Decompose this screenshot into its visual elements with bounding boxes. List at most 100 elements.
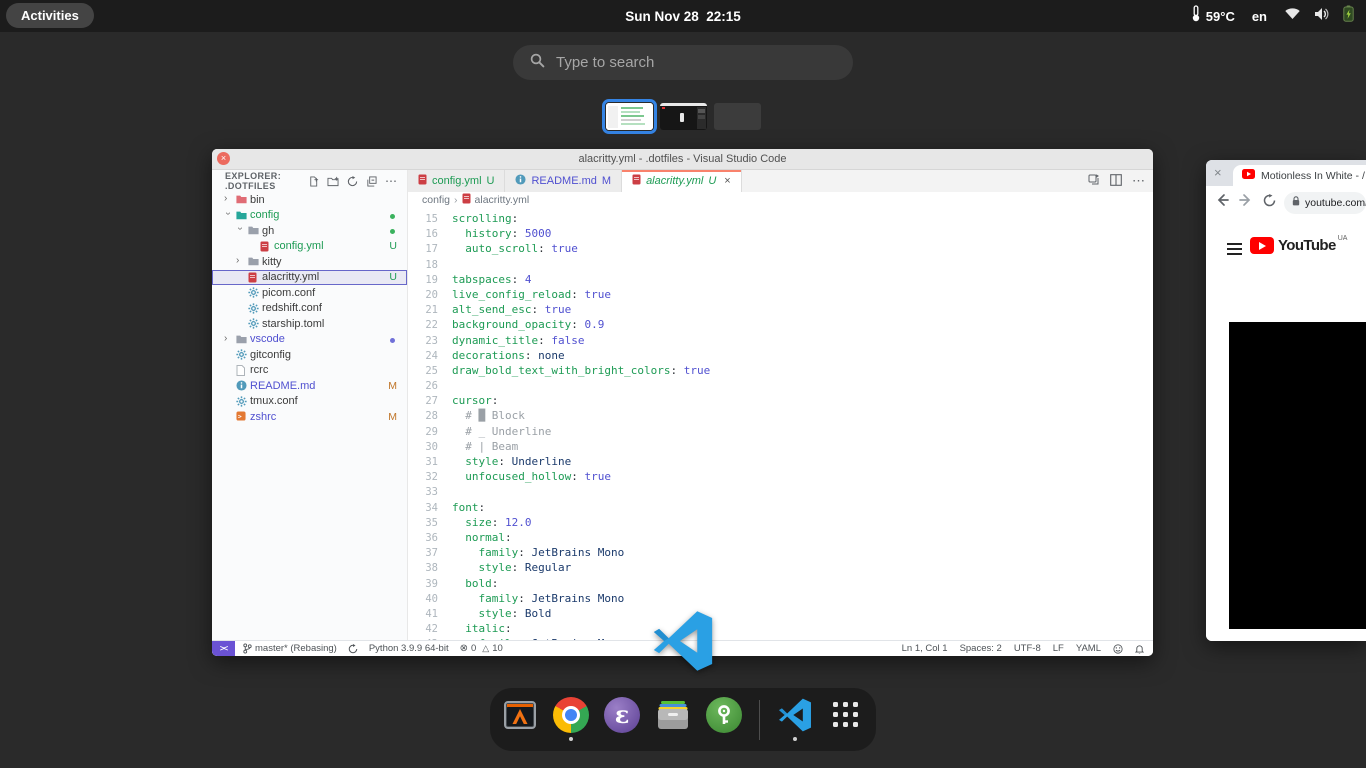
battery-charging-icon[interactable] [1343,5,1354,27]
tab-alacritty.yml[interactable]: alacritty.ymlU× [622,170,742,192]
git-branch-status[interactable]: master* (Rebasing) [243,643,337,654]
editor-group: config.ymlUREADME.mdMalacritty.ymlU× ⋯ c… [408,170,1153,641]
search-input[interactable]: Type to search [513,45,853,80]
line-number: 27 [408,394,452,409]
tree-item-gh[interactable]: ›gh [212,223,407,239]
file-icon [236,365,245,379]
refresh-icon[interactable] [347,176,358,187]
breadcrumb[interactable]: config › alacritty.yml [408,192,1153,208]
yaml-icon [260,241,269,255]
code-editor[interactable]: 15scrolling:16 history: 500017 auto_scro… [408,208,1153,641]
line-number: 21 [408,303,452,318]
chrome-window[interactable]: × Motionless In White - / youtube.com/wa [1206,160,1366,641]
tree-item-alacritty.yml[interactable]: alacritty.ymlU [212,270,407,286]
feedback-icon[interactable] [1113,644,1123,654]
tree-item-rcrc[interactable]: rcrc [212,363,407,379]
video-player[interactable] [1229,322,1366,629]
collapse-folders-icon[interactable] [366,176,377,187]
vscode-window[interactable]: × alacritty.yml - .dotfiles - Visual Stu… [212,149,1153,656]
bell-icon[interactable] [1135,643,1144,654]
back-icon[interactable] [1215,193,1229,212]
close-tab-icon[interactable]: × [724,175,730,187]
tree-item-gitconfig[interactable]: gitconfig [212,347,407,363]
new-file-icon[interactable] [308,176,319,187]
code-line-42: 42 italic: [408,621,1153,636]
tree-item-redshift.conf[interactable]: redshift.conf [212,301,407,317]
shell-icon: > [236,411,246,424]
vscode-icon [776,696,814,734]
workspace-thumbnail-1[interactable] [606,103,653,130]
dock-item-vscode[interactable] [776,692,814,748]
dock-item-alacritty[interactable] [501,692,539,748]
keyboard-layout-indicator[interactable]: en [1252,9,1267,24]
git-dot-badge [390,338,395,343]
breadcrumb-file[interactable]: alacritty.yml [475,194,530,206]
git-dot-badge [390,214,395,219]
line-number: 17 [408,242,452,257]
code-line-41: 41 style: Bold [408,606,1153,621]
remote-indicator[interactable]: >< [212,641,235,656]
tree-item-tmux.conf[interactable]: tmux.conf [212,394,407,410]
chrome-active-tab[interactable]: Motionless In White - / [1233,165,1366,186]
more-actions-icon[interactable]: ⋯ [385,177,398,185]
code-line-15: 15scrolling: [408,211,1153,226]
git-badge: U [487,175,495,187]
tree-item-config[interactable]: ›config [212,208,407,224]
chevron-icon: › [234,227,245,235]
tree-item-README.md[interactable]: README.mdM [212,378,407,394]
gear-icon [248,287,259,301]
workspace-thumbnail-3[interactable] [714,103,761,130]
tree-item-config.yml[interactable]: config.ymlU [212,239,407,255]
reload-icon[interactable] [1263,194,1276,212]
system-tray[interactable]: 59°C en [1191,0,1354,32]
code-line-32: 32 unfocused_hollow: true [408,469,1153,484]
sync-changes-icon[interactable] [348,644,358,654]
tree-item-bin[interactable]: ›bin [212,192,407,208]
dock-item-chrome[interactable] [552,692,590,748]
tree-item-picom.conf[interactable]: picom.conf [212,285,407,301]
line-number: 31 [408,455,452,470]
clock[interactable]: Sun Nov 28 22:15 [0,0,1366,32]
search-icon [530,53,545,73]
line-number: 29 [408,425,452,440]
status-ln-1-col-1[interactable]: Ln 1, Col 1 [902,643,948,654]
code-line-29: 29 # _ Underline [408,424,1153,439]
dock-item-emacs[interactable]: ε [603,692,641,748]
dock-item-app-grid[interactable] [827,692,865,748]
forward-icon[interactable] [1239,193,1253,212]
temperature-value: 59°C [1206,9,1235,24]
new-folder-icon[interactable] [327,176,339,187]
status-lf[interactable]: LF [1053,643,1064,654]
address-bar[interactable]: youtube.com/wa [1284,192,1366,214]
wifi-icon[interactable] [1284,7,1301,25]
tree-item-vscode[interactable]: ›vscode [212,332,407,348]
editor-tabs: config.ymlUREADME.mdMalacritty.ymlU× [408,170,1153,192]
volume-icon[interactable] [1314,7,1330,26]
more-actions-icon[interactable]: ⋯ [1132,173,1146,189]
python-interpreter[interactable]: Python 3.9.9 64-bit [369,643,449,654]
open-changes-icon[interactable] [1088,174,1100,189]
tab-config.yml[interactable]: config.ymlU [408,170,505,192]
code-line-20: 20live_config_reload: true [408,287,1153,302]
youtube-play-icon [1250,237,1274,254]
top-bar: Activities Sun Nov 28 22:15 59°C en [0,0,1366,32]
problems-indicator[interactable]: ⊗0 △10 [460,643,503,654]
line-number: 41 [408,607,452,622]
close-tab-icon[interactable]: × [1214,165,1222,180]
workspace-thumbnail-2[interactable] [660,103,707,130]
status-utf-8[interactable]: UTF-8 [1014,643,1041,654]
file-tree: ›bin›config›ghconfig.ymlU›kittyalacritty… [212,192,407,425]
dock-item-files[interactable] [654,692,692,748]
tree-item-kitty[interactable]: ›kitty [212,254,407,270]
status-yaml[interactable]: YAML [1076,643,1101,654]
tree-item-zshrc[interactable]: >zshrcM [212,409,407,425]
split-editor-icon[interactable] [1110,174,1122,189]
tab-README.md[interactable]: README.mdM [505,170,622,192]
tree-item-starship.toml[interactable]: starship.toml [212,316,407,332]
files-icon [654,696,692,734]
dock-item-keepassxc[interactable] [705,692,743,748]
menu-icon[interactable] [1227,243,1242,258]
status-spaces-2[interactable]: Spaces: 2 [960,643,1002,654]
breadcrumb-folder[interactable]: config [422,194,450,206]
youtube-logo[interactable]: YouTube UA [1250,237,1347,254]
